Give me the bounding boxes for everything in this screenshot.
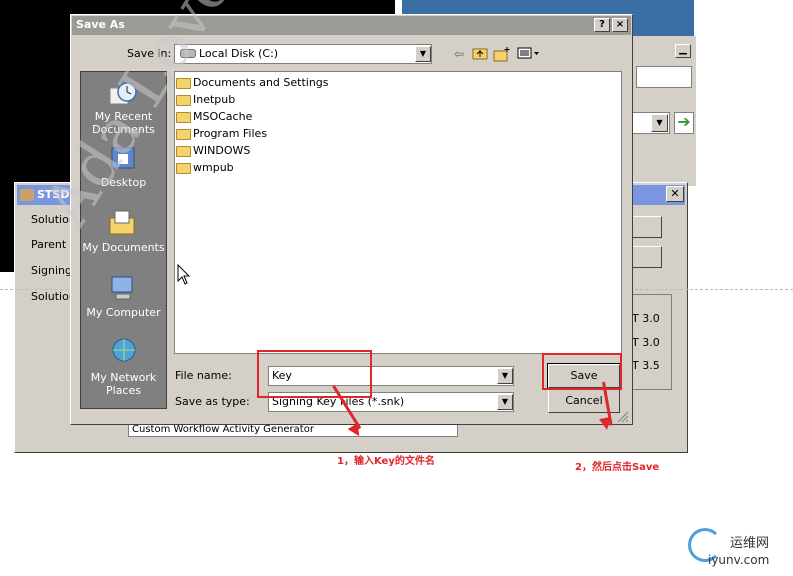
go-arrow-icon[interactable]: ➔ — [674, 112, 694, 134]
list-item[interactable]: Inetpub — [193, 93, 235, 106]
place-my-computer[interactable]: My Computer — [80, 306, 167, 319]
folder-icon — [176, 163, 191, 174]
save-in-label: Save in: — [127, 47, 172, 60]
chevron-down-icon[interactable]: ▼ — [415, 46, 431, 62]
chevron-down-icon[interactable]: ▼ — [497, 368, 513, 384]
stsdev-button-1[interactable] — [632, 216, 662, 238]
stsdev-version-2[interactable]: T 3.0 — [632, 336, 660, 349]
file-name-label: File name: — [175, 369, 232, 382]
background-text-field[interactable] — [636, 66, 692, 88]
stsdev-button-2[interactable] — [632, 246, 662, 268]
my-computer-icon — [111, 276, 133, 300]
background-window-panel — [632, 36, 696, 186]
annotation-step-1: 1，输入Key的文件名 — [337, 456, 435, 467]
folder-icon — [176, 146, 191, 157]
place-my-network-places[interactable]: My Network Places — [80, 371, 167, 397]
list-item[interactable]: Program Files — [193, 127, 267, 140]
mouse-cursor-icon — [177, 264, 191, 285]
dialog-title: Save As — [76, 18, 125, 31]
folder-icon — [176, 112, 191, 123]
chevron-down-icon[interactable]: ▼ — [651, 114, 668, 132]
folder-icon — [176, 95, 191, 106]
save-in-value: Local Disk (C:) — [199, 47, 279, 60]
list-item[interactable]: MSOCache — [193, 110, 252, 123]
stsdev-version-3[interactable]: T 3.5 — [632, 359, 660, 372]
back-arrow-icon[interactable]: ⇦ — [450, 46, 468, 62]
place-desktop[interactable]: Desktop — [80, 176, 167, 189]
stsdev-label-signing: Signing — [31, 264, 73, 277]
minimize-icon[interactable]: ▁ — [675, 44, 691, 58]
save-highlight — [542, 353, 622, 390]
desktop-icon — [111, 147, 135, 169]
annotation-arrowhead-2 — [599, 417, 613, 431]
list-item[interactable]: wmpub — [193, 161, 234, 174]
new-folder-icon[interactable] — [493, 46, 511, 62]
recent-documents-icon — [109, 82, 137, 105]
save-as-titlebar — [72, 16, 631, 35]
place-my-recent-documents[interactable]: My Recent Documents — [80, 110, 167, 136]
save-as-type-label: Save as type: — [175, 395, 250, 408]
filename-highlight — [257, 350, 372, 398]
logo-domain: iyunv.com — [708, 553, 770, 567]
help-button[interactable]: ? — [594, 18, 610, 32]
logo-name: 运维网 — [730, 536, 770, 551]
folder-icon — [176, 78, 191, 89]
disk-drive-icon — [180, 49, 196, 58]
annotation-step-2: 2，然后点击Save — [575, 462, 660, 473]
list-item[interactable]: Documents and Settings — [193, 76, 329, 89]
resize-grip-icon[interactable] — [616, 410, 629, 423]
network-places-icon — [112, 338, 136, 362]
stsdev-version-1[interactable]: T 3.0 — [632, 312, 660, 325]
stsdev-title: STSD — [37, 188, 70, 201]
view-menu-icon[interactable] — [516, 46, 542, 62]
close-button[interactable]: × — [612, 18, 628, 32]
folder-icon — [176, 129, 191, 140]
place-my-documents[interactable]: My Documents — [80, 241, 167, 254]
list-item[interactable]: WINDOWS — [193, 144, 250, 157]
my-documents-icon — [109, 210, 135, 235]
up-folder-icon[interactable] — [471, 46, 489, 62]
stsdev-app-icon — [20, 189, 34, 201]
stsdev-close-icon[interactable]: ✕ — [666, 186, 684, 202]
chevron-down-icon[interactable]: ▼ — [497, 394, 513, 410]
